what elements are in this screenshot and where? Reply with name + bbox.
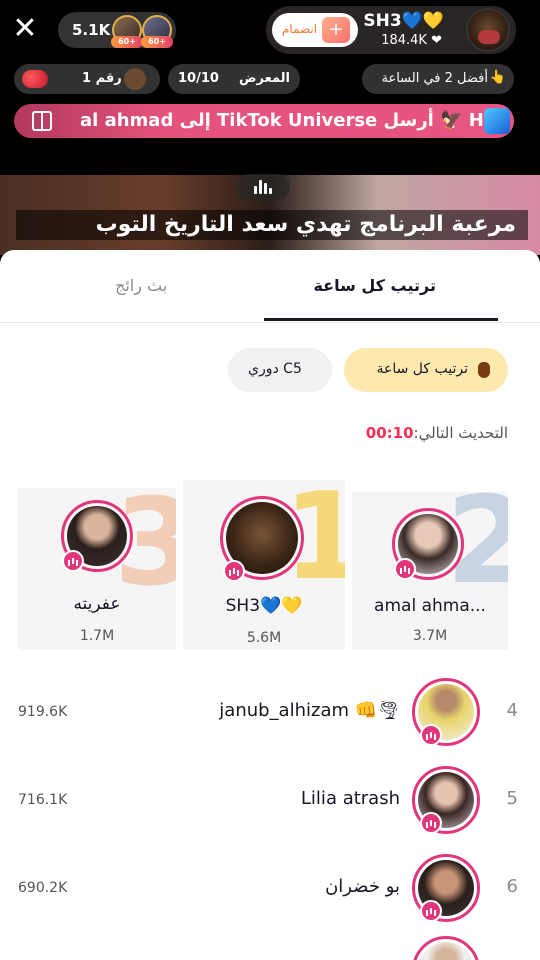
row-score: 919.6K — [18, 704, 68, 720]
plus-icon: + — [322, 17, 350, 43]
host-name: SH3💙💛 — [363, 11, 444, 31]
bars-icon — [254, 180, 272, 194]
fire-icon: 👆 — [489, 70, 506, 85]
viewer-count-pill[interactable]: 5.1K 60+ 60+ — [58, 12, 176, 48]
host-avatar-detail — [478, 30, 500, 44]
row-rank: 4 — [506, 700, 518, 721]
host-info-pill[interactable]: انضمام + SH3💙💛 184.4K ❤ — [266, 6, 516, 54]
podium-name: amal ahma... — [374, 596, 486, 616]
tab-trending-live[interactable]: بث رائج — [115, 276, 167, 295]
podium-score: 5.6M — [246, 630, 282, 646]
chip-label: دوري C5 — [248, 361, 302, 377]
heart-icon — [22, 70, 48, 88]
row-score: 716.1K — [18, 792, 68, 808]
live-icon — [420, 724, 442, 746]
row-name: بو خضران — [325, 876, 400, 897]
podium-score: 3.7M — [412, 628, 448, 644]
host-likes: 184.4K ❤ — [381, 33, 442, 48]
gift-banner-text: al ahmad إلى TikTok Universe أرسل 🦅 H — [80, 110, 484, 131]
live-icon — [420, 812, 442, 834]
hourly-rank-pill[interactable]: أفضل 2 في الساعة 👆 — [362, 64, 514, 94]
live-icon — [62, 550, 84, 572]
top-viewer-avatar[interactable]: 60+ — [141, 15, 173, 48]
video-caption: مرعبة البرنامج تهدي سعد التاريخ التوب — [16, 210, 528, 240]
avatar-partial — [412, 936, 480, 960]
tab-divider — [0, 322, 540, 323]
chip-hourly-ranking[interactable]: ترتيب كل ساعة — [344, 348, 508, 392]
podium-card-rank-3[interactable]: 3 عفريته 1.7M — [18, 488, 176, 650]
next-update-timer: 00:10 — [365, 424, 414, 442]
list-item[interactable]: 690.2K بو خضران 6 — [0, 848, 540, 936]
viewer-level-badge: 60+ — [141, 36, 173, 48]
host-avatar[interactable] — [466, 8, 510, 52]
live-screen: ✕ 5.1K 60+ 60+ انضمام + SH3💙💛 184.4K ❤ ر… — [0, 0, 540, 960]
hourly-rank-label: أفضل 2 في الساعة — [381, 71, 488, 86]
live-icon — [223, 560, 245, 582]
flame-icon — [478, 362, 490, 378]
podium-score: 1.7M — [79, 628, 115, 644]
row-rank: 5 — [506, 788, 518, 809]
viewer-level-badge: 60+ — [111, 36, 143, 48]
row-name: Lilia atrash — [300, 788, 400, 809]
podium-card-rank-1[interactable]: 1 SH3💙💛 5.6M — [183, 480, 345, 650]
rank-label: رقم 1 — [82, 71, 122, 86]
gallery-pill[interactable]: 10/10 المعرض — [168, 64, 300, 94]
chip-label: ترتيب كل ساعة — [376, 361, 468, 377]
next-update-label: التحديث التالي: — [413, 424, 508, 442]
gift-banner[interactable]: al ahmad إلى TikTok Universe أرسل 🦅 H — [14, 104, 514, 138]
active-tab-indicator — [264, 318, 498, 321]
live-icon — [420, 900, 442, 922]
gift-icon — [32, 111, 52, 131]
row-name: janub_alhizam 👊🌪 — [219, 700, 400, 721]
row-rank: 6 — [506, 876, 518, 897]
podium-name: عفريته — [73, 594, 121, 614]
tab-hourly-ranking[interactable]: ترتيب كل ساعة — [313, 276, 436, 295]
ranking-sheet: ترتيب كل ساعة بث رائج ترتيب كل ساعة دوري… — [0, 250, 540, 960]
close-icon[interactable]: ✕ — [10, 14, 40, 44]
rank-avatar — [124, 68, 146, 90]
list-item[interactable]: 919.6K janub_alhizam 👊🌪 4 — [0, 672, 540, 760]
chip-league[interactable]: دوري C5 — [228, 348, 332, 392]
podium-name: SH3💙💛 — [225, 596, 303, 616]
gallery-label: المعرض — [239, 71, 290, 86]
rank-pill[interactable]: رقم 1 — [14, 64, 160, 94]
top-viewer-avatar[interactable]: 60+ — [111, 15, 143, 48]
join-button[interactable]: انضمام + — [272, 13, 358, 47]
gallery-count: 10/10 — [178, 71, 219, 86]
podium-card-rank-2[interactable]: 2 amal ahma... 3.7M — [352, 492, 508, 650]
join-label: انضمام — [282, 22, 318, 36]
sheet-drag-handle[interactable] — [236, 174, 290, 200]
tiktok-universe-icon — [484, 108, 510, 134]
row-score: 690.2K — [18, 880, 68, 896]
list-item[interactable]: 716.1K Lilia atrash 5 — [0, 760, 540, 848]
viewer-count: 5.1K — [72, 21, 111, 39]
next-update: التحديث التالي:00:10 — [366, 424, 508, 442]
live-icon — [394, 558, 416, 580]
